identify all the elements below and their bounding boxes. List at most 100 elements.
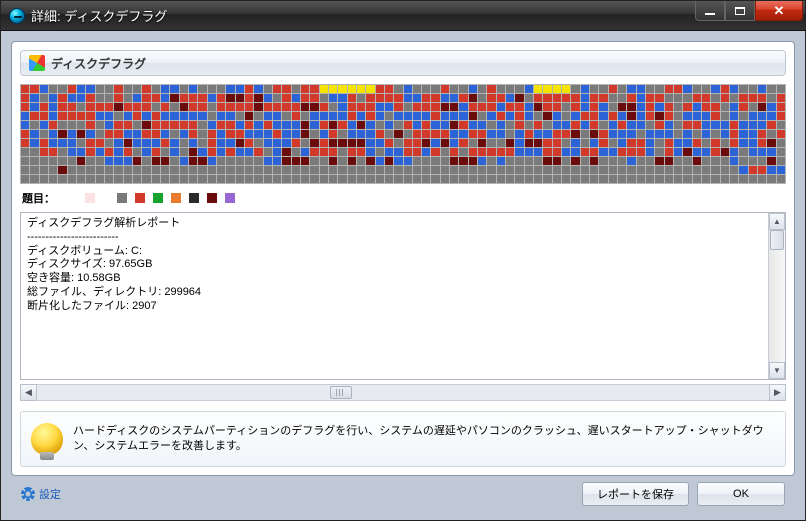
- defrag-block: [441, 148, 449, 156]
- defrag-block: [767, 148, 775, 156]
- defrag-block: [152, 157, 160, 165]
- defrag-block: [571, 94, 579, 102]
- defrag-block: [497, 112, 505, 120]
- defrag-block: [441, 130, 449, 138]
- scroll-right-button[interactable]: ▶: [769, 384, 786, 401]
- defrag-block: [534, 85, 542, 93]
- defrag-block: [431, 148, 439, 156]
- defrag-block: [478, 85, 486, 93]
- defrag-block: [431, 85, 439, 93]
- defrag-block: [236, 148, 244, 156]
- defrag-block: [21, 130, 29, 138]
- scroll-track[interactable]: [769, 230, 785, 362]
- defrag-block: [627, 103, 635, 111]
- defrag-block: [702, 121, 710, 129]
- defrag-block: [329, 121, 337, 129]
- report-textarea[interactable]: ディスクデフラグ解析レポート -------------------------…: [20, 212, 786, 380]
- vertical-scrollbar[interactable]: ▲ ▼: [768, 213, 785, 379]
- defrag-block: [320, 121, 328, 129]
- defrag-block: [674, 94, 682, 102]
- defrag-block: [711, 139, 719, 147]
- defrag-block: [553, 85, 561, 93]
- scroll-down-button[interactable]: ▼: [769, 362, 785, 379]
- defrag-block: [627, 94, 635, 102]
- defrag-block: [282, 121, 290, 129]
- defrag-block: [40, 175, 48, 183]
- defrag-block: [376, 121, 384, 129]
- defrag-block: [198, 103, 206, 111]
- defrag-block: [264, 103, 272, 111]
- defrag-block: [245, 166, 253, 174]
- minimize-button[interactable]: [695, 1, 725, 21]
- defrag-block: [40, 94, 48, 102]
- defrag-block: [114, 103, 122, 111]
- save-report-button[interactable]: レポートを保存: [582, 482, 689, 506]
- defrag-block: [646, 112, 654, 120]
- scroll-thumb[interactable]: [770, 230, 784, 250]
- defrag-block: [254, 130, 262, 138]
- defrag-block: [777, 112, 785, 120]
- defrag-block: [637, 103, 645, 111]
- defrag-block: [506, 94, 514, 102]
- defrag-block: [487, 175, 495, 183]
- defrag-block: [376, 139, 384, 147]
- hscroll-thumb[interactable]: [330, 386, 352, 399]
- defrag-block: [497, 121, 505, 129]
- defrag-block: [683, 139, 691, 147]
- defrag-block: [739, 166, 747, 174]
- defrag-block: [730, 166, 738, 174]
- maximize-button[interactable]: [725, 1, 755, 21]
- scroll-left-button[interactable]: ◀: [20, 384, 37, 401]
- titlebar[interactable]: 詳細: ディスクデフラグ ✕: [1, 1, 805, 31]
- defrag-block: [96, 103, 104, 111]
- defrag-block: [683, 94, 691, 102]
- defrag-block: [226, 148, 234, 156]
- defrag-block: [478, 130, 486, 138]
- defrag-block: [320, 85, 328, 93]
- defrag-block: [124, 139, 132, 147]
- defrag-block: [329, 85, 337, 93]
- defrag-block: [478, 166, 486, 174]
- defrag-block: [711, 175, 719, 183]
- defrag-block: [77, 103, 85, 111]
- defrag-block: [357, 175, 365, 183]
- defrag-block: [198, 148, 206, 156]
- defrag-block: [49, 175, 57, 183]
- defrag-block: [21, 103, 29, 111]
- defrag-block: [543, 121, 551, 129]
- defrag-block: [133, 112, 141, 120]
- defrag-block: [581, 103, 589, 111]
- ok-button[interactable]: OK: [697, 482, 785, 506]
- defrag-block: [217, 148, 225, 156]
- defrag-block: [385, 103, 393, 111]
- defrag-block: [273, 139, 281, 147]
- defrag-block: [357, 157, 365, 165]
- defrag-block: [749, 121, 757, 129]
- defrag-block: [68, 112, 76, 120]
- defrag-block: [114, 130, 122, 138]
- close-button[interactable]: ✕: [755, 1, 803, 21]
- defrag-block: [637, 130, 645, 138]
- defrag-block: [758, 85, 766, 93]
- defrag-block: [292, 103, 300, 111]
- defrag-block: [77, 121, 85, 129]
- defrag-block: [702, 175, 710, 183]
- defrag-block: [777, 175, 785, 183]
- defrag-block: [152, 175, 160, 183]
- horizontal-scrollbar[interactable]: ◀ ▶: [20, 384, 786, 401]
- defrag-block: [366, 166, 374, 174]
- settings-link[interactable]: 設定: [21, 486, 61, 502]
- legend-swatch: [171, 193, 181, 203]
- client-area: ディスクデフラグ 題目： ディスクデフラグ解析レポート ------------…: [1, 31, 805, 520]
- defrag-block: [385, 94, 393, 102]
- defrag-block: [721, 121, 729, 129]
- defrag-block: [693, 148, 701, 156]
- scroll-up-button[interactable]: ▲: [769, 213, 785, 230]
- defrag-block: [30, 157, 38, 165]
- defrag-icon: [29, 55, 45, 71]
- defrag-block: [711, 103, 719, 111]
- defrag-block: [413, 157, 421, 165]
- hscroll-track[interactable]: [37, 384, 769, 401]
- defrag-block: [665, 112, 673, 120]
- defrag-block: [329, 130, 337, 138]
